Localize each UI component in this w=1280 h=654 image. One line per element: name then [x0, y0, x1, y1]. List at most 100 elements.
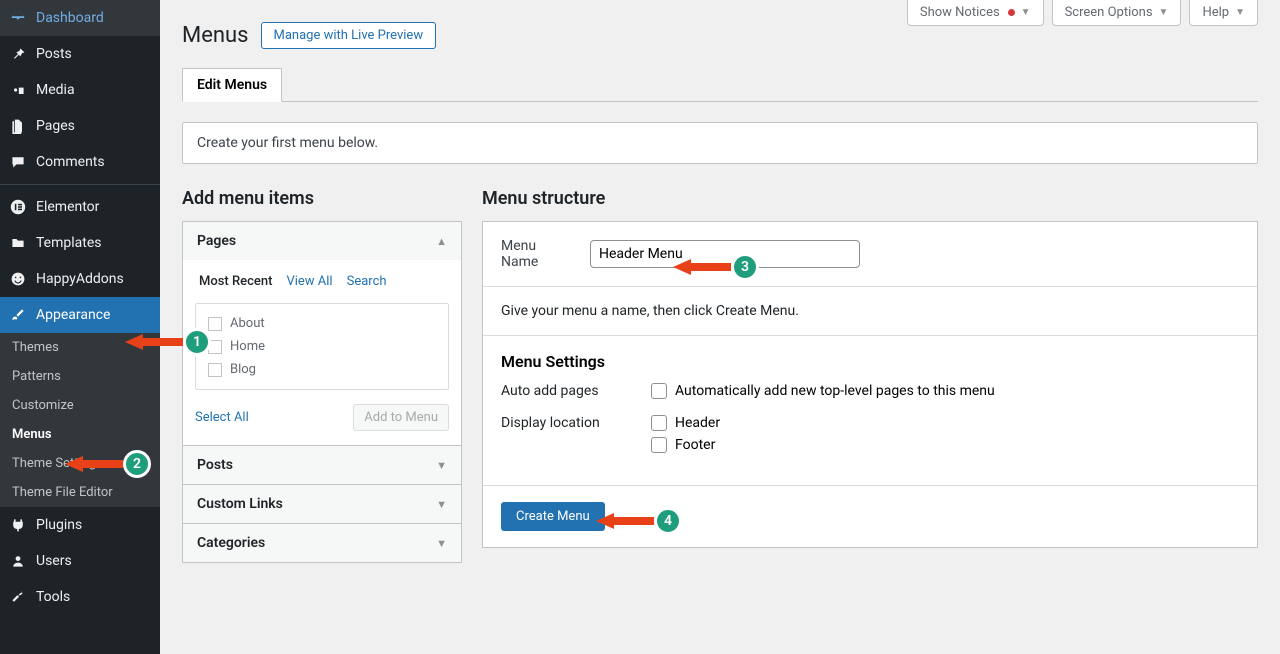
option-label: Footer	[675, 437, 715, 453]
checkbox[interactable]	[208, 363, 222, 377]
gauge-icon	[8, 8, 28, 28]
nav-tabs: Edit Menus	[182, 67, 1258, 102]
page-label: Blog	[230, 362, 256, 377]
label: Help	[1202, 5, 1229, 20]
brush-icon	[8, 305, 28, 325]
sidebar-label: Tools	[36, 589, 70, 605]
admin-sidebar: Dashboard Posts Media Pages Comments Ele…	[0, 0, 160, 654]
page-label: Home	[230, 339, 265, 354]
accordion-custom-links-toggle[interactable]: Custom Links ▼	[183, 485, 461, 523]
sidebar-item-appearance[interactable]: Appearance	[0, 297, 160, 333]
sidebar-item-happyaddons[interactable]: HappyAddons	[0, 261, 160, 297]
accordion-categories: Categories ▼	[182, 523, 462, 563]
sidebar-label: Posts	[36, 46, 72, 62]
tab-edit-menus[interactable]: Edit Menus	[182, 68, 282, 102]
accordion-pages: Pages ▲ Most Recent View All Search Abou…	[182, 221, 462, 446]
live-preview-button[interactable]: Manage with Live Preview	[261, 22, 437, 49]
accordion-posts: Posts ▼	[182, 445, 462, 485]
checkbox[interactable]	[208, 317, 222, 331]
sidebar-label: Media	[36, 82, 75, 98]
sidebar-item-comments[interactable]: Comments	[0, 144, 160, 180]
pages-tab-search[interactable]: Search	[347, 274, 387, 289]
label: Screen Options	[1065, 5, 1153, 20]
location-header-checkbox[interactable]	[651, 415, 667, 431]
pages-icon	[8, 116, 28, 136]
caret-up-icon: ▲	[436, 235, 447, 248]
sidebar-label: HappyAddons	[36, 271, 124, 287]
page-item[interactable]: Blog	[208, 358, 436, 381]
menu-name-section: Menu Name	[483, 222, 1257, 287]
page-item[interactable]: Home	[208, 335, 436, 358]
caret-down-icon: ▼	[436, 498, 447, 511]
folder-icon	[8, 233, 28, 253]
first-menu-notice: Create your first menu below.	[182, 122, 1258, 164]
add-to-menu-button[interactable]: Add to Menu	[353, 404, 449, 431]
caret-down-icon: ▼	[1235, 7, 1245, 18]
sidebar-item-pages[interactable]: Pages	[0, 108, 160, 144]
submenu-customize[interactable]: Customize	[0, 391, 160, 420]
checkbox[interactable]	[208, 340, 222, 354]
user-icon	[8, 551, 28, 571]
sidebar-item-media[interactable]: Media	[0, 72, 160, 108]
create-menu-section: Create Menu	[483, 486, 1257, 547]
help-toggle[interactable]: Help ▼	[1189, 0, 1258, 26]
elementor-icon	[8, 197, 28, 217]
sidebar-item-templates[interactable]: Templates	[0, 225, 160, 261]
menu-name-label: Menu Name	[501, 238, 576, 270]
sidebar-item-plugins[interactable]: Plugins	[0, 507, 160, 543]
create-menu-button[interactable]: Create Menu	[501, 502, 605, 531]
option-label: Automatically add new top-level pages to…	[675, 383, 995, 399]
auto-add-checkbox[interactable]	[651, 383, 667, 399]
submenu-themes[interactable]: Themes	[0, 333, 160, 362]
label: Pages	[197, 233, 236, 249]
accordion-categories-toggle[interactable]: Categories ▼	[183, 524, 461, 562]
sidebar-item-users[interactable]: Users	[0, 543, 160, 579]
accordion-posts-toggle[interactable]: Posts ▼	[183, 446, 461, 484]
select-all-link[interactable]: Select All	[195, 410, 249, 425]
sidebar-label: Pages	[36, 118, 75, 134]
pin-icon	[8, 44, 28, 64]
sidebar-label: Users	[36, 553, 72, 569]
plug-icon	[8, 515, 28, 535]
menu-name-input[interactable]	[590, 240, 860, 268]
appearance-submenu: Themes Patterns Customize Menus Theme Se…	[0, 333, 160, 507]
label: Show Notices	[920, 5, 1000, 20]
page-item[interactable]: About	[208, 312, 436, 335]
label: Custom Links	[197, 496, 283, 512]
pages-tab-recent[interactable]: Most Recent	[199, 274, 272, 289]
screen-options-toggle[interactable]: Screen Options ▼	[1052, 0, 1182, 26]
menu-hint: Give your menu a name, then click Create…	[501, 303, 1239, 319]
sidebar-item-elementor[interactable]: Elementor	[0, 189, 160, 225]
sidebar-item-tools[interactable]: Tools	[0, 579, 160, 615]
separator	[0, 184, 160, 185]
main-content: Show Notices ▼ Screen Options ▼ Help ▼ M…	[160, 0, 1280, 654]
wrench-icon	[8, 587, 28, 607]
location-footer-checkbox[interactable]	[651, 437, 667, 453]
pages-tab-all[interactable]: View All	[286, 274, 332, 289]
happy-icon	[8, 269, 28, 289]
submenu-theme-file-editor[interactable]: Theme File Editor	[0, 478, 160, 507]
show-notices-toggle[interactable]: Show Notices ▼	[907, 0, 1044, 26]
option-label: Header	[675, 415, 720, 431]
caret-down-icon: ▼	[1159, 7, 1169, 18]
sidebar-label: Plugins	[36, 517, 82, 533]
submenu-theme-settings[interactable]: Theme Settings	[0, 449, 160, 478]
sidebar-item-dashboard[interactable]: Dashboard	[0, 0, 160, 36]
add-items-heading: Add menu items	[182, 188, 462, 209]
caret-down-icon: ▼	[436, 537, 447, 550]
caret-down-icon: ▼	[436, 459, 447, 472]
sidebar-label: Elementor	[36, 199, 99, 215]
page-label: About	[230, 316, 265, 331]
label: Categories	[197, 535, 265, 551]
add-menu-items-column: Add menu items Pages ▲ Most Recent View …	[182, 188, 462, 562]
auto-add-label: Auto add pages	[501, 383, 651, 399]
sidebar-item-posts[interactable]: Posts	[0, 36, 160, 72]
accordion-pages-toggle[interactable]: Pages ▲	[183, 222, 461, 260]
settings-heading: Menu Settings	[501, 352, 1239, 371]
notice-indicator-icon	[1008, 9, 1015, 16]
submenu-menus[interactable]: Menus	[0, 420, 160, 449]
sidebar-label: Templates	[36, 235, 102, 251]
sidebar-label: Comments	[36, 154, 105, 170]
accordion-pages-body: Most Recent View All Search About Home	[183, 260, 461, 445]
submenu-patterns[interactable]: Patterns	[0, 362, 160, 391]
